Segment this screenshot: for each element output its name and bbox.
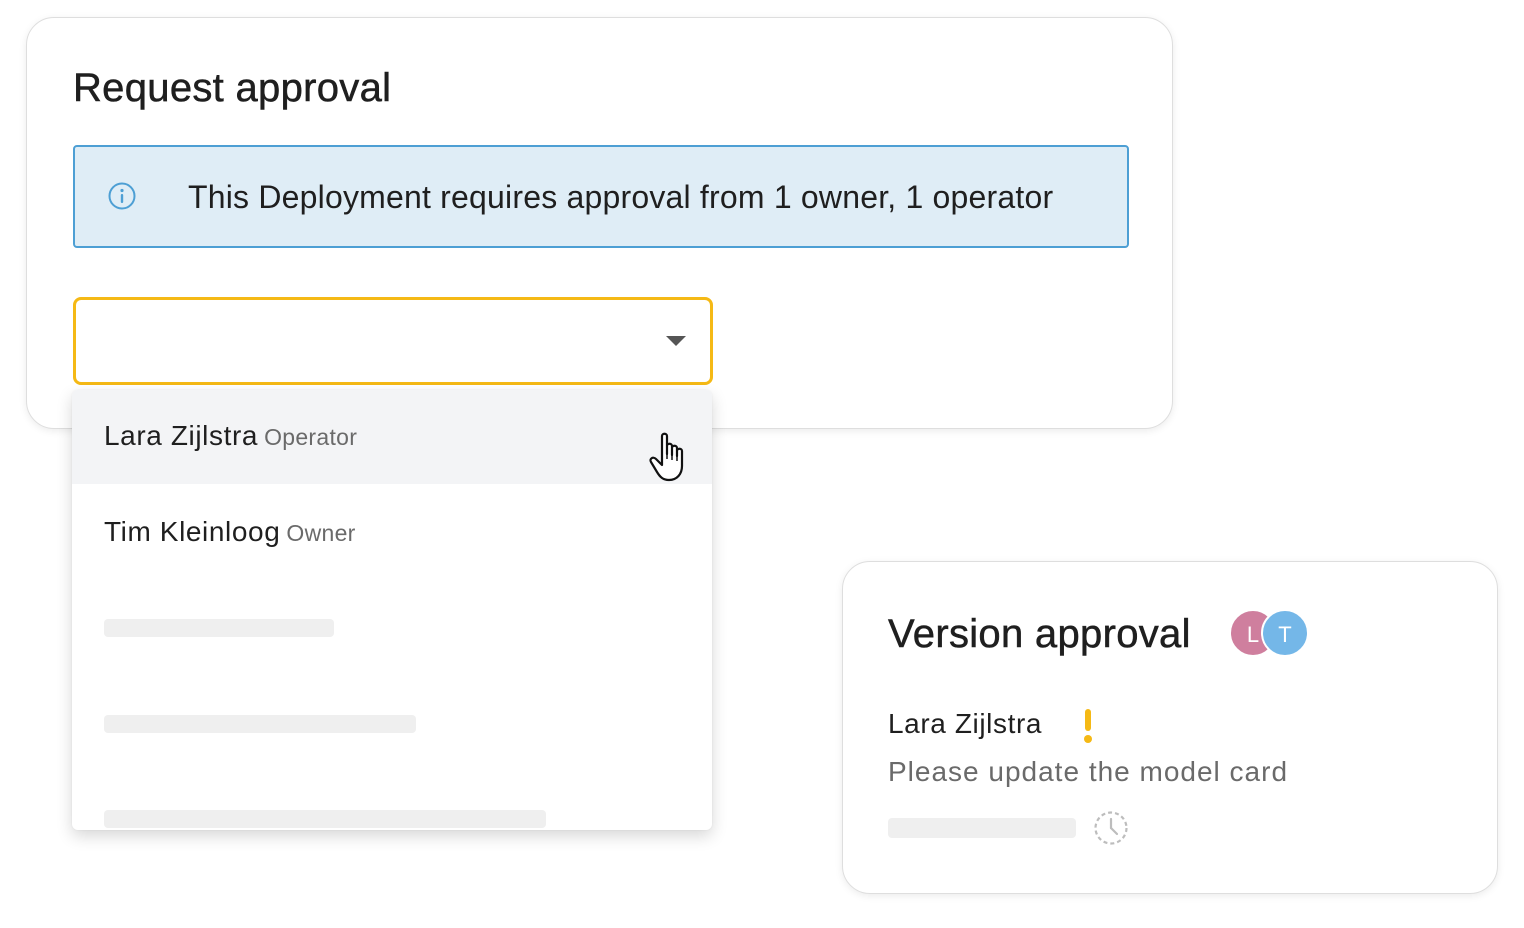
- loading-placeholder: [104, 810, 546, 828]
- option-role: Owner: [286, 520, 356, 546]
- chevron-down-icon: [666, 336, 686, 346]
- option-role: Operator: [264, 424, 358, 450]
- version-approval-title: Version approval: [888, 612, 1191, 657]
- option-name: Tim Kleinloog: [104, 516, 281, 547]
- option-name: Lara Zijlstra: [104, 420, 259, 451]
- info-banner-text: This Deployment requires approval from 1…: [188, 179, 1054, 215]
- stage: Request approval This Deployment require…: [0, 0, 1524, 928]
- loading-placeholder: [104, 619, 334, 637]
- option-label: Lara Zijlstra Operator: [104, 420, 357, 452]
- approver-name: Lara Zijlstra: [888, 708, 1043, 739]
- version-approval-card: Version approval L T Lara Zijlstra Pleas…: [842, 561, 1498, 894]
- approver-select[interactable]: [73, 297, 713, 385]
- clock-icon: [1094, 811, 1128, 845]
- avatar: T: [1261, 609, 1309, 657]
- dropdown-option-tim-kleinloog[interactable]: Tim Kleinloog Owner: [72, 486, 712, 580]
- approval-comment: Please update the model card: [888, 756, 1289, 787]
- loading-placeholder: [104, 715, 416, 733]
- option-label: Tim Kleinloog Owner: [104, 516, 356, 548]
- request-approval-title: Request approval: [73, 66, 392, 111]
- approver-dropdown: Lara Zijlstra Operator Tim Kleinloog Owner: [72, 390, 712, 830]
- info-icon: [108, 182, 136, 210]
- warning-icon: [1083, 709, 1093, 743]
- dropdown-option-lara-zijlstra[interactable]: Lara Zijlstra Operator: [72, 390, 712, 484]
- info-banner: This Deployment requires approval from 1…: [73, 145, 1129, 248]
- hand-cursor-icon: [649, 432, 684, 482]
- loading-placeholder: [888, 818, 1076, 838]
- request-approval-card: Request approval This Deployment require…: [26, 17, 1173, 429]
